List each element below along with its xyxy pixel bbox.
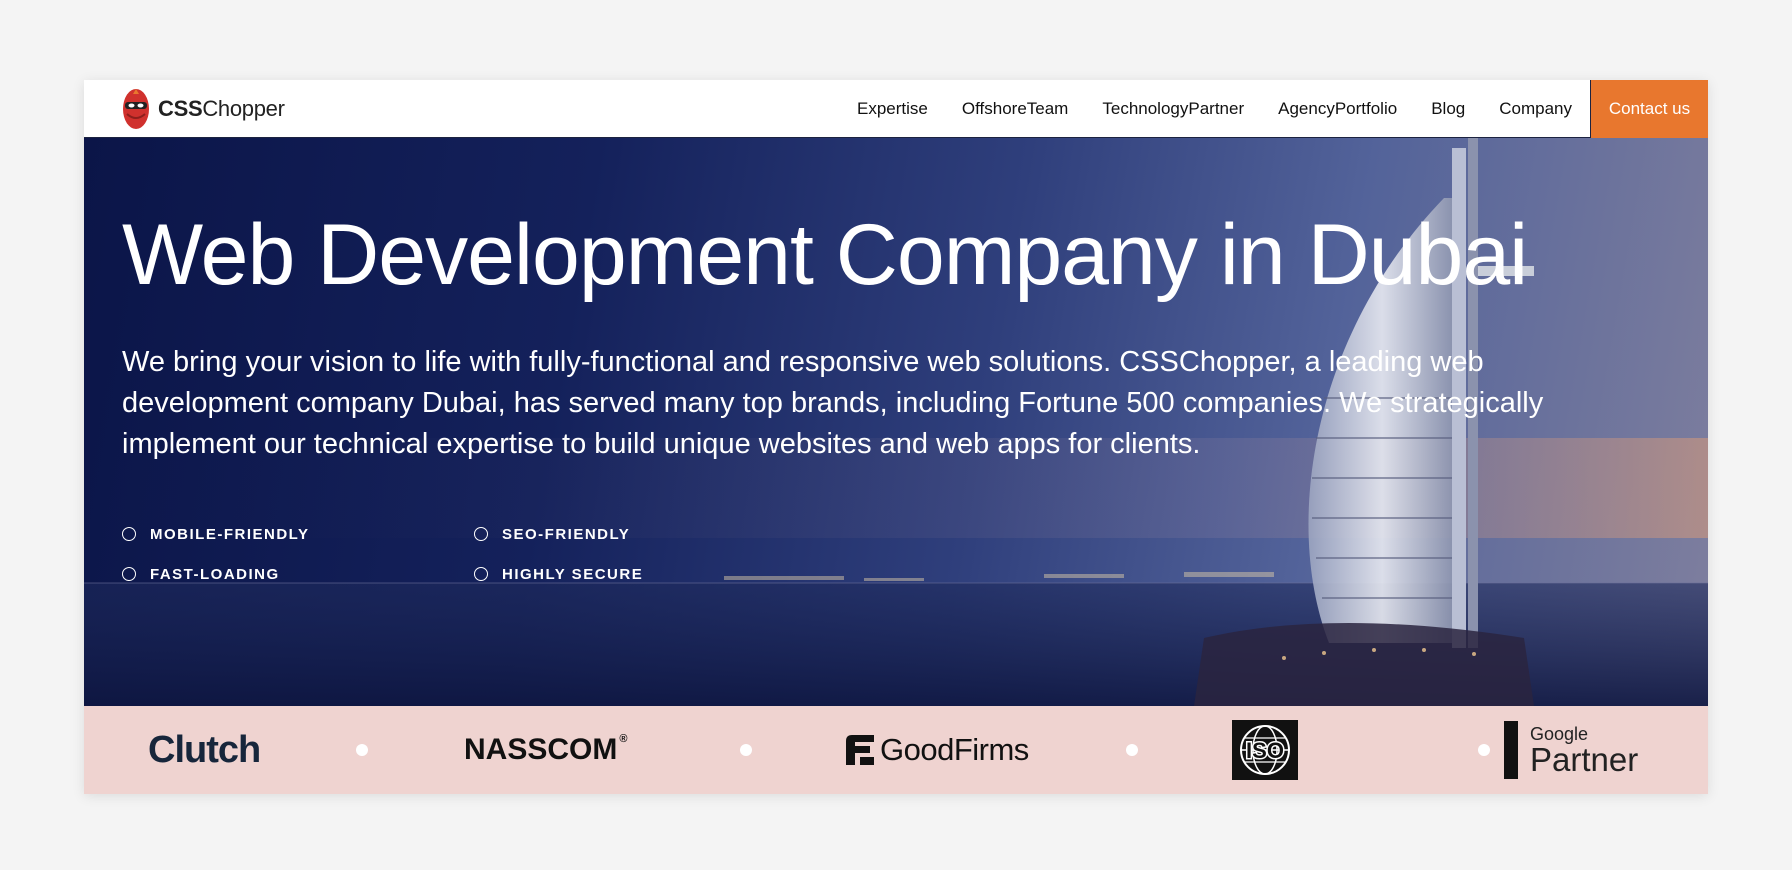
nasscom-logo-text: NASSCOM ®	[464, 733, 628, 766]
separator-dot	[740, 744, 752, 756]
goodfirms-icon	[846, 735, 874, 765]
nav-item-blog[interactable]: Blog	[1431, 99, 1465, 119]
clutch-logo-text: Clutch	[148, 728, 261, 771]
hero-title: Web Development Company in Dubai	[122, 207, 1528, 303]
feature-label: FAST-LOADING	[150, 565, 280, 583]
feature-label: SEO-FRIENDLY	[502, 525, 631, 543]
iso-globe-icon: ISO	[1232, 720, 1298, 780]
partner-logos-strip: Clutch NASSCOM ® GoodFirms ISO Google Pa…	[84, 706, 1708, 794]
brand-name: CSSChopper	[158, 96, 285, 121]
hero-description: We bring your vision to life with fully-…	[122, 346, 1544, 460]
circle-bullet-icon	[122, 527, 136, 541]
feature-item: FAST-LOADING	[122, 564, 474, 584]
ninja-mascot-icon	[123, 89, 149, 129]
feature-label: HIGHLY SECURE	[502, 565, 644, 583]
page-frame: CSSChopper Expertise OffshoreTeam Techno…	[84, 80, 1708, 794]
separator-dot	[356, 744, 368, 756]
site-logo[interactable]: CSSChopper	[122, 87, 285, 131]
google-partner-logo: Google Partner	[1504, 706, 1638, 794]
goodfirms-logo: GoodFirms	[846, 706, 1029, 794]
google-partner-text: Google Partner	[1530, 725, 1638, 776]
hero-section: Web Development Company in Dubai We brin…	[84, 138, 1708, 706]
partner-label: Partner	[1530, 740, 1639, 778]
circle-bullet-icon	[122, 567, 136, 581]
separator-dot	[1126, 744, 1138, 756]
feature-item: MOBILE-FRIENDLY	[122, 524, 474, 544]
nasscom-logo: NASSCOM ®	[464, 706, 627, 794]
circle-bullet-icon	[474, 567, 488, 581]
feature-item: SEO-FRIENDLY	[474, 524, 682, 544]
google-label: Google	[1530, 723, 1589, 744]
separator-dot	[1478, 744, 1490, 756]
feature-list: MOBILE-FRIENDLY SEO-FRIENDLY FAST-LOADIN…	[122, 524, 682, 584]
feature-label: MOBILE-FRIENDLY	[150, 525, 310, 543]
nav-item-company[interactable]: Company	[1499, 99, 1572, 119]
iso-logo: ISO	[1232, 706, 1298, 794]
clutch-logo: Clutch	[148, 706, 261, 794]
nav-item-agency-portfolio[interactable]: AgencyPortfolio	[1278, 99, 1397, 119]
circle-bullet-icon	[474, 527, 488, 541]
nav-item-technology-partner[interactable]: TechnologyPartner	[1102, 99, 1244, 119]
iso-logo-text: ISO	[1246, 738, 1284, 763]
nav-item-offshore-team[interactable]: OffshoreTeam	[962, 99, 1068, 119]
feature-item: HIGHLY SECURE	[474, 564, 682, 584]
contact-us-button[interactable]: Contact us	[1590, 80, 1708, 138]
goodfirms-logo-text: GoodFirms	[880, 732, 1029, 767]
main-menu: Expertise OffshoreTeam TechnologyPartner…	[823, 80, 1572, 138]
google-partner-bar-icon	[1504, 721, 1518, 779]
top-navigation: CSSChopper Expertise OffshoreTeam Techno…	[84, 80, 1708, 138]
nav-item-expertise[interactable]: Expertise	[857, 99, 928, 119]
